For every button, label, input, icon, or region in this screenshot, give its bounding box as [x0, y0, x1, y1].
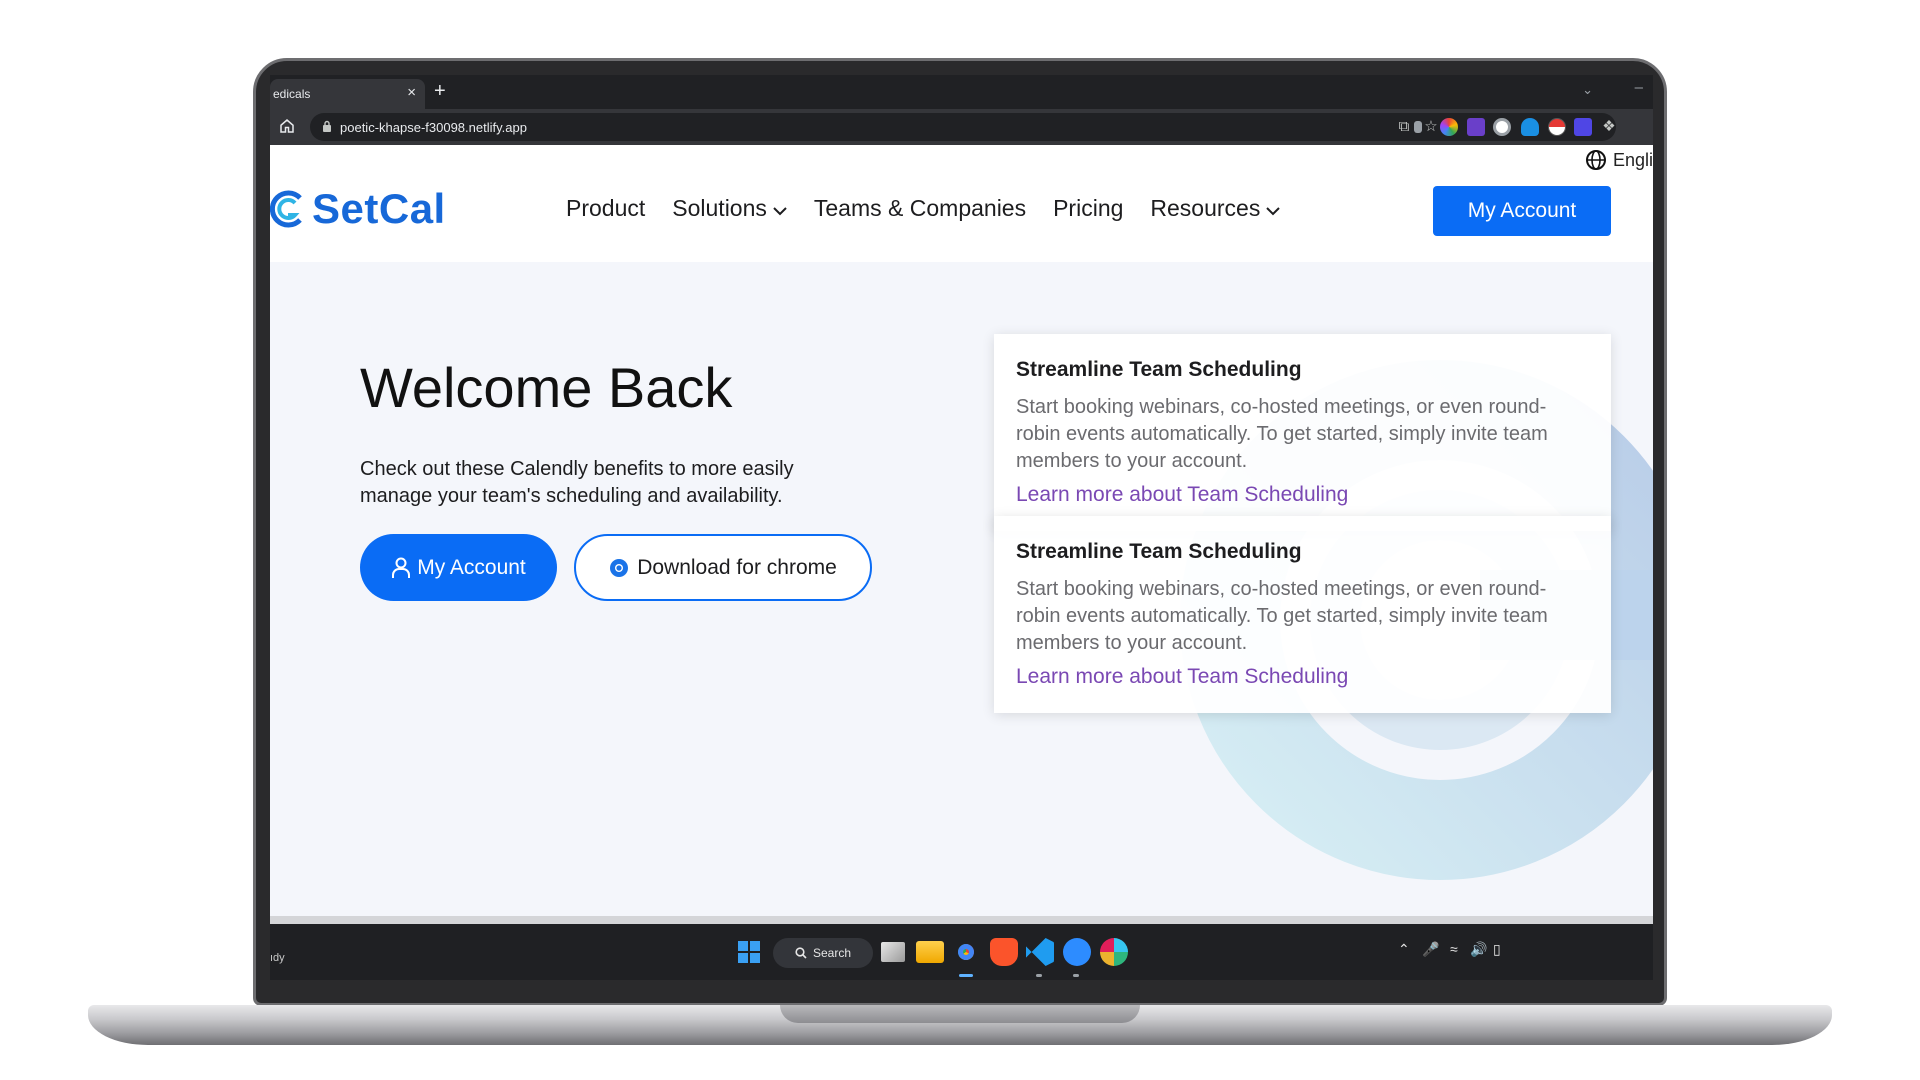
nav-product-label: Product	[566, 195, 646, 221]
card-title: Streamline Team Scheduling	[1016, 358, 1302, 381]
welcome-title: Welcome Back	[360, 356, 733, 419]
chevron-down-icon	[773, 206, 787, 215]
download-extension-icon[interactable]	[1467, 118, 1485, 136]
tray-overflow-icon[interactable]: ⌃	[1398, 941, 1410, 958]
nav-pricing-label: Pricing	[1053, 195, 1124, 221]
nav-product[interactable]: Product	[566, 195, 645, 222]
nav-teams-companies[interactable]: Teams & Companies	[814, 195, 1026, 222]
profile-extension-icon[interactable]	[1493, 118, 1511, 136]
wifi-icon[interactable]: ≈	[1450, 941, 1458, 957]
globe-icon	[1585, 150, 1606, 170]
slack-icon[interactable]	[1100, 938, 1128, 966]
tab-close-icon[interactable]: ×	[407, 84, 416, 101]
cloud-extension-icon[interactable]	[1521, 118, 1539, 136]
nav-solutions-label: Solutions	[672, 195, 767, 221]
vscode-icon[interactable]	[1026, 938, 1054, 966]
nav-solutions[interactable]: Solutions	[672, 195, 787, 222]
card-learn-more-link[interactable]: Learn more about Team Scheduling	[1016, 483, 1589, 507]
laptop-notch	[780, 1005, 1140, 1023]
user-icon	[392, 557, 411, 578]
logo-text: SetCal	[312, 185, 446, 232]
brave-icon[interactable]	[990, 938, 1018, 966]
battery-icon[interactable]: ▯	[1493, 941, 1501, 958]
my-account-button[interactable]: My Account	[360, 534, 557, 601]
microphone-icon[interactable]: 🎤	[1422, 941, 1439, 958]
nav-teams-label: Teams & Companies	[813, 195, 1027, 221]
card-title: Streamline Team Scheduling	[1016, 540, 1302, 563]
download-chrome-label: Download for chrome	[637, 555, 837, 579]
browser-tabstrip: edicals × + ⌄ –	[270, 75, 1653, 109]
file-explorer-icon[interactable]	[916, 941, 944, 963]
home-icon[interactable]	[278, 117, 296, 135]
nav-resources[interactable]: Resources	[1150, 195, 1281, 222]
horizontal-scrollbar[interactable]	[270, 916, 1653, 924]
windows-taskbar: ıdy Search ⌃ 🎤 ≈ 🔊 ▯	[270, 924, 1653, 980]
task-view-icon[interactable]	[881, 942, 905, 962]
feature-card: Streamline Team Scheduling Start booking…	[994, 516, 1611, 713]
welcome-subtitle: Check out these Calendly benefits to mor…	[360, 458, 794, 507]
new-tab-button[interactable]: +	[434, 80, 446, 103]
windows-start-icon[interactable]	[735, 938, 763, 966]
taskbar-status-text: ıdy	[270, 952, 285, 964]
extension-icon[interactable]	[1414, 121, 1422, 133]
tab-title: edicals	[273, 87, 311, 101]
color-extension-icon[interactable]	[1440, 118, 1458, 136]
minimize-icon[interactable]: –	[1635, 79, 1643, 96]
card-body: Start booking webinars, co-hosted meetin…	[1016, 396, 1548, 472]
zoom-open-indicator	[1073, 974, 1079, 977]
chrome-icon	[610, 558, 629, 577]
zoom-icon[interactable]	[1063, 938, 1091, 966]
language-label: Engli	[1612, 149, 1653, 170]
browser-tab[interactable]: edicals ×	[270, 79, 425, 109]
tab-search-icon[interactable]: ⌄	[1582, 82, 1593, 98]
my-account-label: My Account	[417, 555, 526, 579]
browser-toolbar: poetic-khapse-f30098.netlify.app ⧉ ☆ ❖	[270, 109, 1653, 145]
nav-resources-label: Resources	[1150, 195, 1261, 221]
lock-icon[interactable]	[322, 120, 332, 132]
chrome-active-indicator	[959, 974, 973, 977]
taskbar-search[interactable]: Search	[773, 938, 873, 968]
language-selector[interactable]: Engli	[1585, 149, 1653, 171]
logo-icon	[270, 190, 302, 228]
bookmark-star-icon[interactable]: ☆	[1422, 118, 1440, 136]
nav-pricing[interactable]: Pricing	[1053, 195, 1123, 222]
taskbar-search-label: Search	[813, 946, 852, 960]
card-body: Start booking webinars, co-hosted meetin…	[1016, 578, 1548, 654]
pokeball-extension-icon[interactable]	[1548, 118, 1566, 136]
chevron-down-icon	[1266, 206, 1281, 215]
setcal-logo[interactable]: SetCal	[270, 185, 446, 233]
volume-icon[interactable]: 🔊	[1470, 941, 1487, 958]
share-icon[interactable]: ⧉	[1395, 118, 1413, 136]
laptop-screen: edicals × + ⌄ – poetic-khapse-f30098.net…	[270, 75, 1653, 980]
main-nav: Product Solutions Teams & Companies Pric…	[566, 195, 1281, 222]
search-icon	[795, 947, 807, 959]
card-learn-more-link[interactable]: Learn more about Team Scheduling	[1016, 665, 1589, 689]
chrome-taskbar-icon[interactable]	[952, 938, 980, 966]
vscode-open-indicator	[1036, 974, 1042, 977]
header-my-account-button[interactable]: My Account	[1433, 186, 1611, 236]
url-text[interactable]: poetic-khapse-f30098.netlify.app	[340, 120, 527, 135]
download-chrome-button[interactable]: Download for chrome	[574, 534, 872, 601]
feature-card: Streamline Team Scheduling Start booking…	[994, 334, 1611, 531]
bookmark-extension-icon[interactable]	[1574, 118, 1592, 136]
extensions-puzzle-icon[interactable]: ❖	[1600, 118, 1618, 136]
page-viewport: Engli SetCal Product Solutions Teams & C…	[270, 145, 1653, 916]
site-header: Engli SetCal Product Solutions Teams & C…	[270, 145, 1653, 262]
